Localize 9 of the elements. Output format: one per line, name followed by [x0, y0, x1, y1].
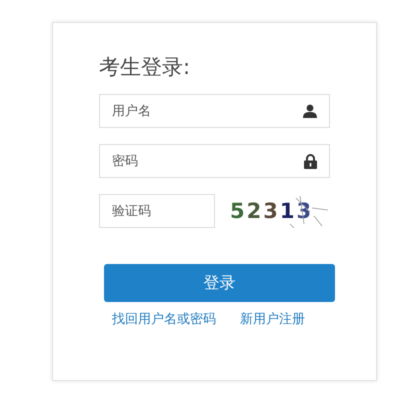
login-title: 考生登录: [99, 54, 190, 81]
register-link[interactable]: 新用户注册 [240, 310, 305, 328]
password-field[interactable]: 密码 [99, 144, 330, 178]
captcha-field[interactable]: 验证码 [99, 194, 215, 228]
user-icon [303, 104, 317, 118]
login-button[interactable]: 登录 [104, 264, 335, 302]
recover-account-link[interactable]: 找回用户名或密码 [112, 310, 216, 328]
username-field[interactable]: 用户名 [99, 94, 330, 128]
lock-icon [304, 154, 317, 169]
